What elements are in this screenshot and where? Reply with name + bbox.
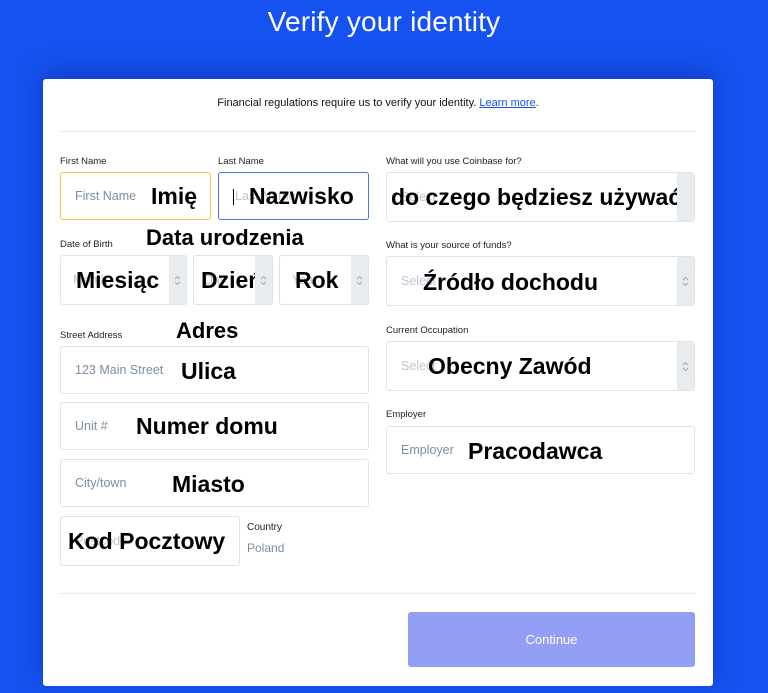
month-stepper[interactable] bbox=[169, 256, 186, 304]
dob-label: Date of Birth bbox=[60, 239, 113, 250]
first-name-placeholder: First Name bbox=[75, 189, 137, 203]
employer-placeholder: Employer bbox=[401, 443, 454, 457]
top-divider bbox=[60, 131, 696, 132]
street-placeholder: 123 Main Street bbox=[75, 363, 164, 377]
learn-more-link[interactable]: Learn more bbox=[479, 97, 535, 109]
street-label-overlay: Adres bbox=[176, 318, 239, 343]
chevron-updown-icon bbox=[260, 275, 267, 285]
notice-suffix: . bbox=[535, 97, 539, 109]
last-name-label: Last Name bbox=[218, 156, 264, 167]
chevron-updown-icon bbox=[174, 275, 181, 285]
postcode-input[interactable]: Postcode Kod Pocztowy bbox=[60, 516, 240, 566]
employer-label: Employer bbox=[386, 409, 427, 420]
street-address-label: Street Address bbox=[60, 330, 123, 341]
dob-day-select[interactable]: Day Dzień bbox=[193, 255, 273, 305]
month-overlay: Miesiąc bbox=[76, 267, 160, 293]
dob-year-select[interactable]: Year Rok bbox=[279, 255, 369, 305]
use-select[interactable]: Select do czego będziesz używać bbox=[386, 172, 695, 222]
first-name-label: First Name bbox=[60, 156, 107, 167]
street-input[interactable]: 123 Main Street Ulica bbox=[60, 346, 369, 394]
dob-overlay: Data urodzenia bbox=[146, 225, 304, 250]
text-cursor bbox=[233, 189, 234, 205]
country-value: Poland bbox=[247, 541, 285, 555]
occupation-select[interactable]: Select Obecny Zawód bbox=[386, 341, 695, 391]
occupation-overlay: Obecny Zawód bbox=[428, 353, 592, 379]
first-name-overlay: Imię bbox=[151, 183, 198, 209]
funds-select[interactable]: Select Źródło dochodu bbox=[386, 256, 695, 306]
postcode-overlay: Kod Pocztowy bbox=[68, 528, 226, 554]
year-stepper[interactable] bbox=[351, 256, 368, 304]
use-stepper[interactable] bbox=[677, 173, 694, 221]
dob-month-select[interactable]: Month Miesiąc bbox=[60, 255, 187, 305]
chevron-updown-icon bbox=[682, 276, 689, 286]
occupation-stepper[interactable] bbox=[677, 342, 694, 390]
continue-button[interactable]: Continue bbox=[408, 612, 695, 667]
year-overlay: Rok bbox=[295, 267, 339, 293]
page-title: Verify your identity bbox=[267, 6, 501, 37]
day-overlay: Dzień bbox=[201, 267, 263, 293]
notice-text: Financial regulations require us to veri… bbox=[217, 97, 480, 109]
verify-card: Financial regulations require us to veri… bbox=[43, 79, 713, 686]
unit-placeholder: Unit # bbox=[75, 419, 108, 433]
employer-overlay: Pracodawca bbox=[468, 438, 603, 464]
bottom-divider bbox=[60, 593, 696, 594]
unit-input[interactable]: Unit # Numer domu bbox=[60, 402, 369, 450]
regulation-notice: Financial regulations require us to veri… bbox=[43, 97, 713, 109]
last-name-overlay: Nazwisko bbox=[249, 183, 354, 209]
occupation-label: Current Occupation bbox=[386, 325, 469, 336]
use-overlay: do czego będziesz używać bbox=[391, 184, 682, 210]
city-placeholder: City/town bbox=[75, 476, 127, 490]
day-stepper[interactable] bbox=[255, 256, 272, 304]
last-name-input[interactable]: Last Name Nazwisko bbox=[218, 172, 369, 220]
first-name-input[interactable]: First Name Imię bbox=[60, 172, 211, 220]
employer-input[interactable]: Employer Pracodawca bbox=[386, 426, 695, 474]
funds-overlay: Źródło dochodu bbox=[423, 269, 599, 295]
city-input[interactable]: City/town Miasto bbox=[60, 459, 369, 507]
funds-stepper[interactable] bbox=[677, 257, 694, 305]
funds-label: What is your source of funds? bbox=[386, 240, 512, 251]
chevron-updown-icon bbox=[682, 361, 689, 371]
unit-overlay: Numer domu bbox=[136, 413, 278, 439]
city-overlay: Miasto bbox=[172, 471, 245, 497]
street-overlay: Ulica bbox=[181, 358, 236, 384]
use-label: What will you use Coinbase for? bbox=[386, 156, 522, 167]
country-label: Country bbox=[247, 522, 283, 533]
chevron-updown-icon bbox=[356, 275, 363, 285]
